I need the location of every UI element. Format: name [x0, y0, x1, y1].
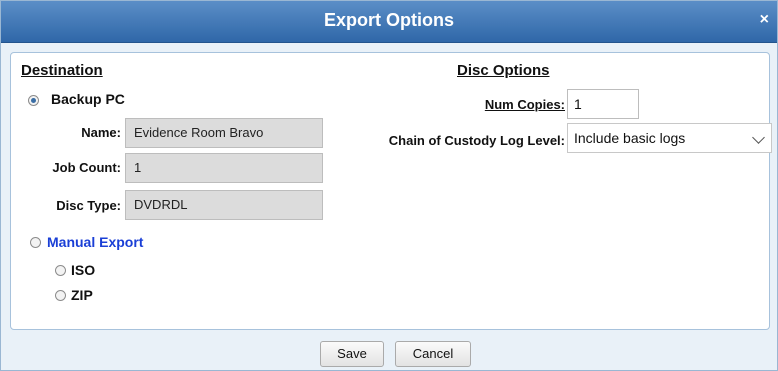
manual-export-label[interactable]: Manual Export: [47, 234, 143, 250]
log-level-label: Chain of Custody Log Level:: [388, 133, 565, 148]
close-icon[interactable]: ×: [760, 11, 769, 29]
cancel-button[interactable]: Cancel: [395, 341, 471, 367]
export-options-dialog: Export Options × Destination Backup PC N…: [0, 0, 778, 371]
options-panel: Destination Backup PC Name: Evidence Roo…: [10, 52, 772, 330]
name-label: Name:: [81, 125, 121, 140]
dialog-titlebar: Export Options ×: [1, 1, 777, 43]
num-copies-label: Num Copies:: [484, 97, 565, 112]
disc-options-title: Disc Options: [457, 62, 550, 79]
disc-type-label: Disc Type:: [56, 198, 121, 213]
chevron-down-icon: [752, 131, 765, 144]
iso-label: ISO: [71, 262, 96, 278]
iso-radio[interactable]: [55, 265, 66, 276]
backup-pc-label: Backup PC: [51, 91, 125, 107]
num-copies-input[interactable]: 1: [567, 89, 639, 119]
dialog-title: Export Options: [324, 10, 454, 30]
zip-label: ZIP: [71, 287, 93, 303]
zip-radio[interactable]: [55, 290, 66, 301]
destination-title: Destination: [21, 62, 103, 79]
log-level-select[interactable]: Include basic logs: [567, 123, 772, 153]
job-count-label: Job Count:: [52, 160, 121, 175]
disc-type-field: DVDRDL: [125, 190, 323, 220]
save-button[interactable]: Save: [320, 341, 384, 367]
log-level-selected-value: Include basic logs: [574, 130, 686, 146]
job-count-field: 1: [125, 153, 323, 183]
name-field: Evidence Room Bravo: [125, 118, 323, 148]
backup-pc-radio[interactable]: [28, 95, 39, 106]
manual-export-radio[interactable]: [30, 237, 41, 248]
